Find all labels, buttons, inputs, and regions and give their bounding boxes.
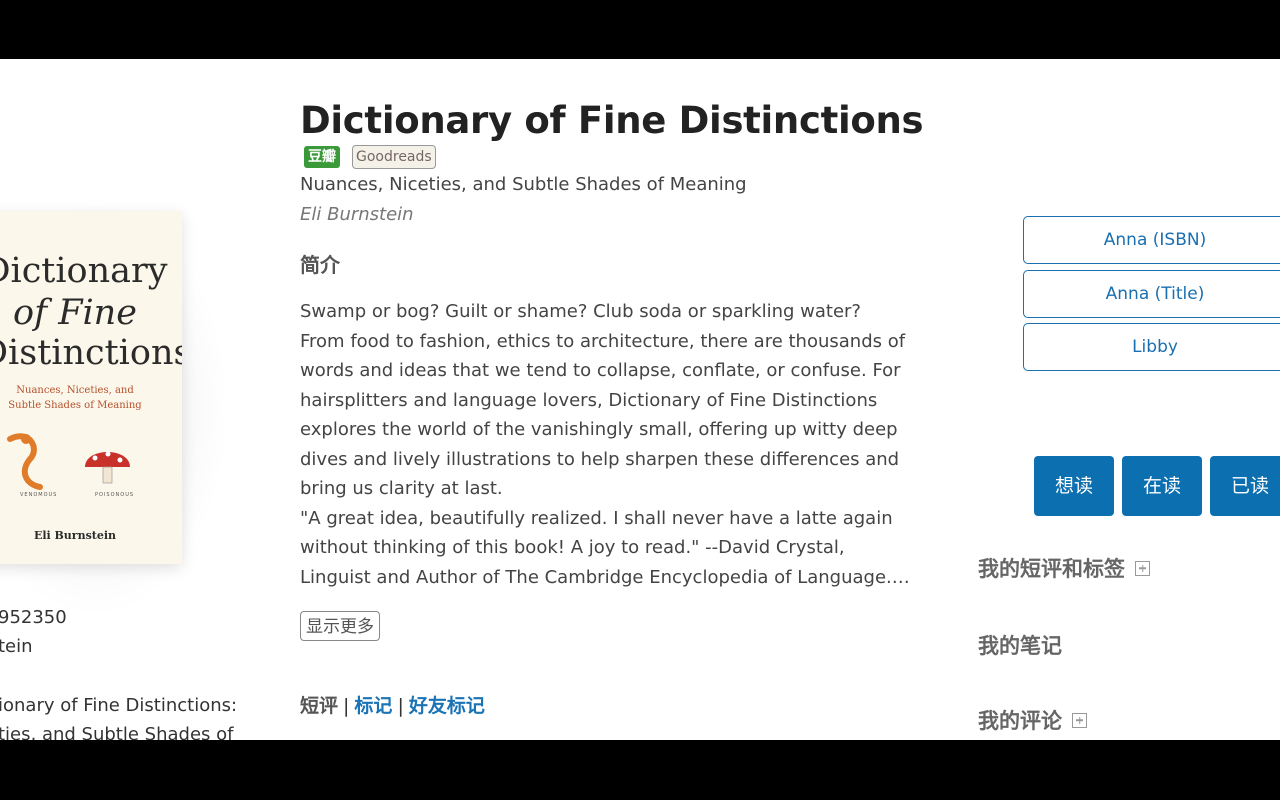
meta-title-fragment-2: ties, and Subtle Shades of (0, 724, 234, 740)
my-reviews: 我的评论 (978, 705, 1087, 735)
anna-title-button[interactable]: Anna (Title) (1023, 270, 1280, 318)
libby-button[interactable]: Libby (1023, 323, 1280, 371)
goodreads-badge[interactable]: Goodreads (352, 145, 436, 169)
cover-tagline-1: Nuances, Niceties, and (16, 385, 134, 396)
cover-title-line-3: Distinctions (0, 333, 182, 373)
cover-caption-left: VENOMOUS (20, 492, 58, 498)
cover-illustration (7, 433, 130, 490)
read-button[interactable]: 已读 (1210, 456, 1280, 516)
tab-friend-marks[interactable]: 好友标记 (409, 695, 485, 717)
cover-caption-right: POISONOUS (95, 492, 135, 498)
reading-button[interactable]: 在读 (1122, 456, 1202, 516)
tab-marks[interactable]: 标记 (354, 695, 392, 717)
description-paragraph-2: "A great idea, beautifully realized. I s… (300, 507, 910, 588)
douban-badge[interactable]: 豆瓣 (304, 146, 340, 168)
my-notes: 我的笔记 (978, 630, 1062, 660)
intro-heading: 简介 (300, 253, 340, 277)
tab-separator: | (397, 695, 404, 717)
add-review-icon[interactable] (1072, 712, 1087, 728)
meta-isbn-fragment: 952350 (0, 607, 67, 628)
mushroom-illustration (85, 451, 130, 484)
my-notes-label: 我的笔记 (978, 634, 1062, 658)
add-short-review-icon[interactable] (1135, 560, 1150, 576)
book-title: Dictionary of Fine Distinctions (300, 99, 924, 142)
want-to-read-button[interactable]: 想读 (1034, 456, 1114, 516)
cover-title-line-1: Dictionary (0, 251, 168, 291)
anna-isbn-button[interactable]: Anna (ISBN) (1023, 216, 1280, 264)
tab-separator: | (343, 695, 350, 717)
my-short-review-tags-label: 我的短评和标签 (978, 557, 1125, 581)
book-description: Swamp or bog? Guilt or shame? Club soda … (300, 297, 910, 592)
book-cover[interactable]: Dictionary of Fine Distinctions Nuances,… (0, 211, 182, 564)
review-tabs: 短评 | 标记 | 好友标记 (300, 691, 485, 718)
tab-short-reviews[interactable]: 短评 (300, 695, 338, 717)
cover-title-line-2: of Fine (13, 293, 137, 333)
book-author[interactable]: Eli Burnstein (300, 204, 414, 225)
my-reviews-label: 我的评论 (978, 709, 1062, 733)
meta-title-fragment-1: ionary of Fine Distinctions: (0, 695, 238, 716)
page-viewport: Dictionary of Fine Distinctions Nuances,… (0, 59, 1280, 740)
cover-author: Eli Burnstein (33, 529, 117, 542)
description-paragraph-1: Swamp or bog? Guilt or shame? Club soda … (300, 301, 906, 499)
my-short-review-tags: 我的短评和标签 (978, 553, 1150, 583)
cover-tagline-2: Subtle Shades of Meaning (8, 400, 142, 411)
book-subtitle: Nuances, Niceties, and Subtle Shades of … (300, 174, 747, 195)
show-more-button[interactable]: 显示更多 (300, 611, 380, 641)
meta-author-fragment: tein (0, 636, 33, 657)
